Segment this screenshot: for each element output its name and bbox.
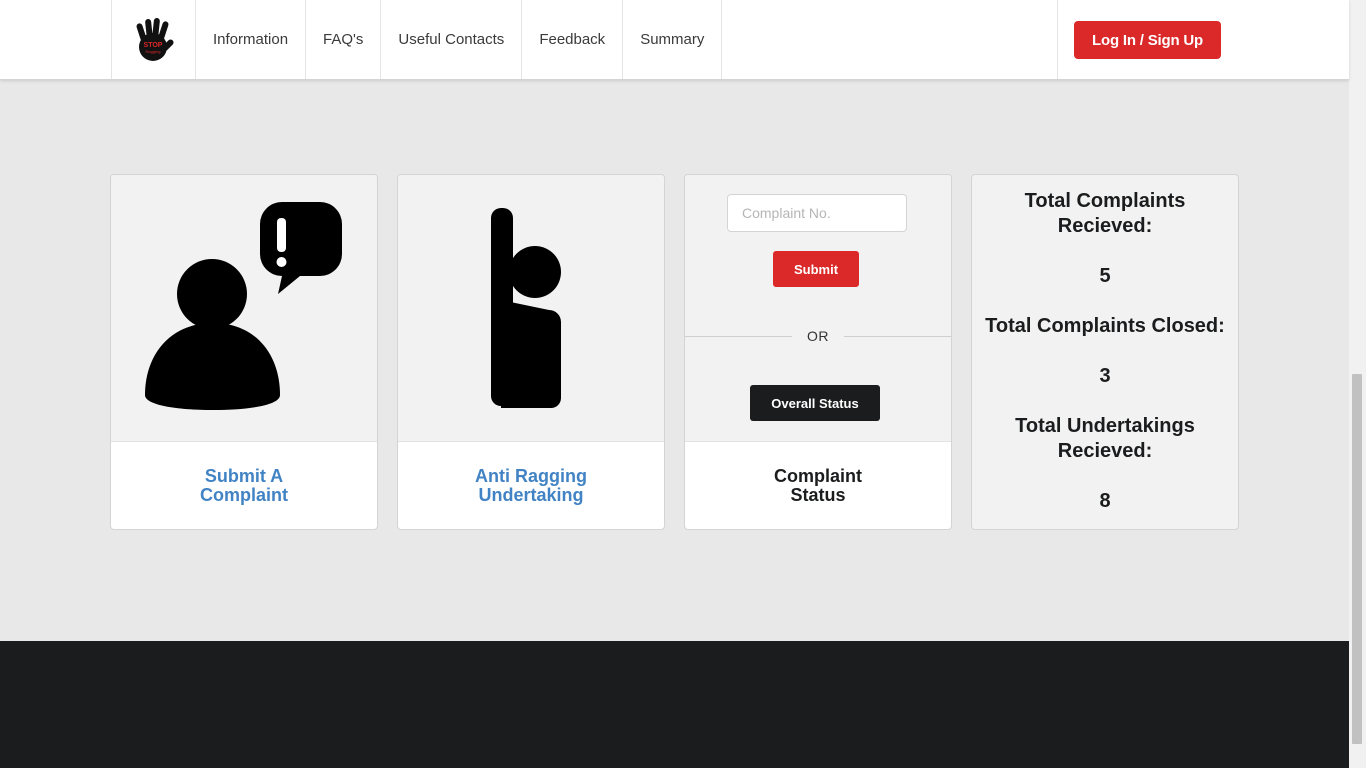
- anti-ragging-label-line2: Undertaking: [478, 485, 584, 505]
- page-footer: [0, 641, 1349, 768]
- or-divider: OR: [685, 325, 951, 347]
- nav-item-useful-contacts[interactable]: Useful Contacts: [381, 0, 523, 79]
- logo-home-link[interactable]: STOP Ragging: [111, 0, 196, 79]
- complaints-received-label: Total Complaints Recieved:: [1024, 190, 1186, 237]
- anti-ragging-image[interactable]: [398, 175, 664, 442]
- complaints-closed-value: 3: [1099, 365, 1111, 387]
- svg-text:STOP: STOP: [143, 42, 162, 49]
- nav-item-faqs[interactable]: FAQ's: [306, 0, 382, 79]
- submit-complaint-card[interactable]: Submit A Complaint: [110, 174, 378, 530]
- or-label: OR: [807, 328, 829, 344]
- complaint-status-card: Submit OR Overall Status ComplaintStatus: [684, 174, 952, 530]
- person-speech-exclamation-icon: [145, 202, 342, 410]
- login-signup-button[interactable]: Log In / Sign Up: [1074, 21, 1221, 59]
- svg-text:Ragging: Ragging: [145, 49, 160, 54]
- submit-complaint-label-line1: Submit A: [204, 466, 284, 486]
- complaint-status-form: Submit OR Overall Status: [685, 175, 951, 442]
- scrollbar-thumb[interactable]: [1352, 374, 1362, 744]
- submit-complaint-image[interactable]: [111, 175, 377, 442]
- nav-item-feedback[interactable]: Feedback: [522, 0, 624, 79]
- nav-item-information[interactable]: Information: [196, 0, 307, 79]
- raised-hand-icon: [491, 208, 561, 408]
- anti-ragging-card[interactable]: Anti Ragging Undertaking: [397, 174, 665, 530]
- page-scrollbar[interactable]: [1349, 0, 1366, 768]
- undertakings-received-label: Total Undertakings Recieved:: [1015, 415, 1195, 462]
- nav-menu: Information FAQ's Useful Contacts Feedba…: [196, 0, 723, 79]
- complaints-closed-label: Total Complaints Closed:: [985, 315, 1225, 337]
- submit-button[interactable]: Submit: [773, 251, 859, 287]
- divider-line-right: [844, 335, 951, 337]
- complaint-number-input[interactable]: [727, 194, 907, 232]
- anti-ragging-link[interactable]: Anti Ragging Undertaking: [398, 442, 664, 529]
- complaints-received-value: 5: [1099, 265, 1111, 287]
- submit-complaint-link[interactable]: Submit A Complaint: [111, 442, 377, 529]
- nav-divider: [1057, 0, 1058, 79]
- nav-item-summary[interactable]: Summary: [623, 0, 723, 79]
- statistics-list: Total Complaints Recieved: 5 Total Compl…: [972, 175, 1238, 529]
- overall-status-button[interactable]: Overall Status: [750, 385, 880, 421]
- anti-ragging-label-line1: Anti Ragging: [475, 466, 587, 486]
- complaint-status-label-line1: Complaint: [774, 466, 862, 486]
- submit-complaint-label-line2: Complaint: [200, 485, 288, 505]
- stop-ragging-hand-logo-icon: STOP Ragging: [136, 17, 174, 61]
- complaint-status-label-line2: Status: [790, 485, 846, 505]
- divider-line-left: [685, 335, 792, 337]
- statistics-card: Total Complaints Recieved: 5 Total Compl…: [971, 174, 1239, 530]
- top-navbar: STOP Ragging Information FAQ's Useful Co…: [0, 0, 1349, 80]
- undertakings-received-value: 8: [1099, 490, 1111, 512]
- complaint-status-caption: Complaint Status: [685, 442, 951, 529]
